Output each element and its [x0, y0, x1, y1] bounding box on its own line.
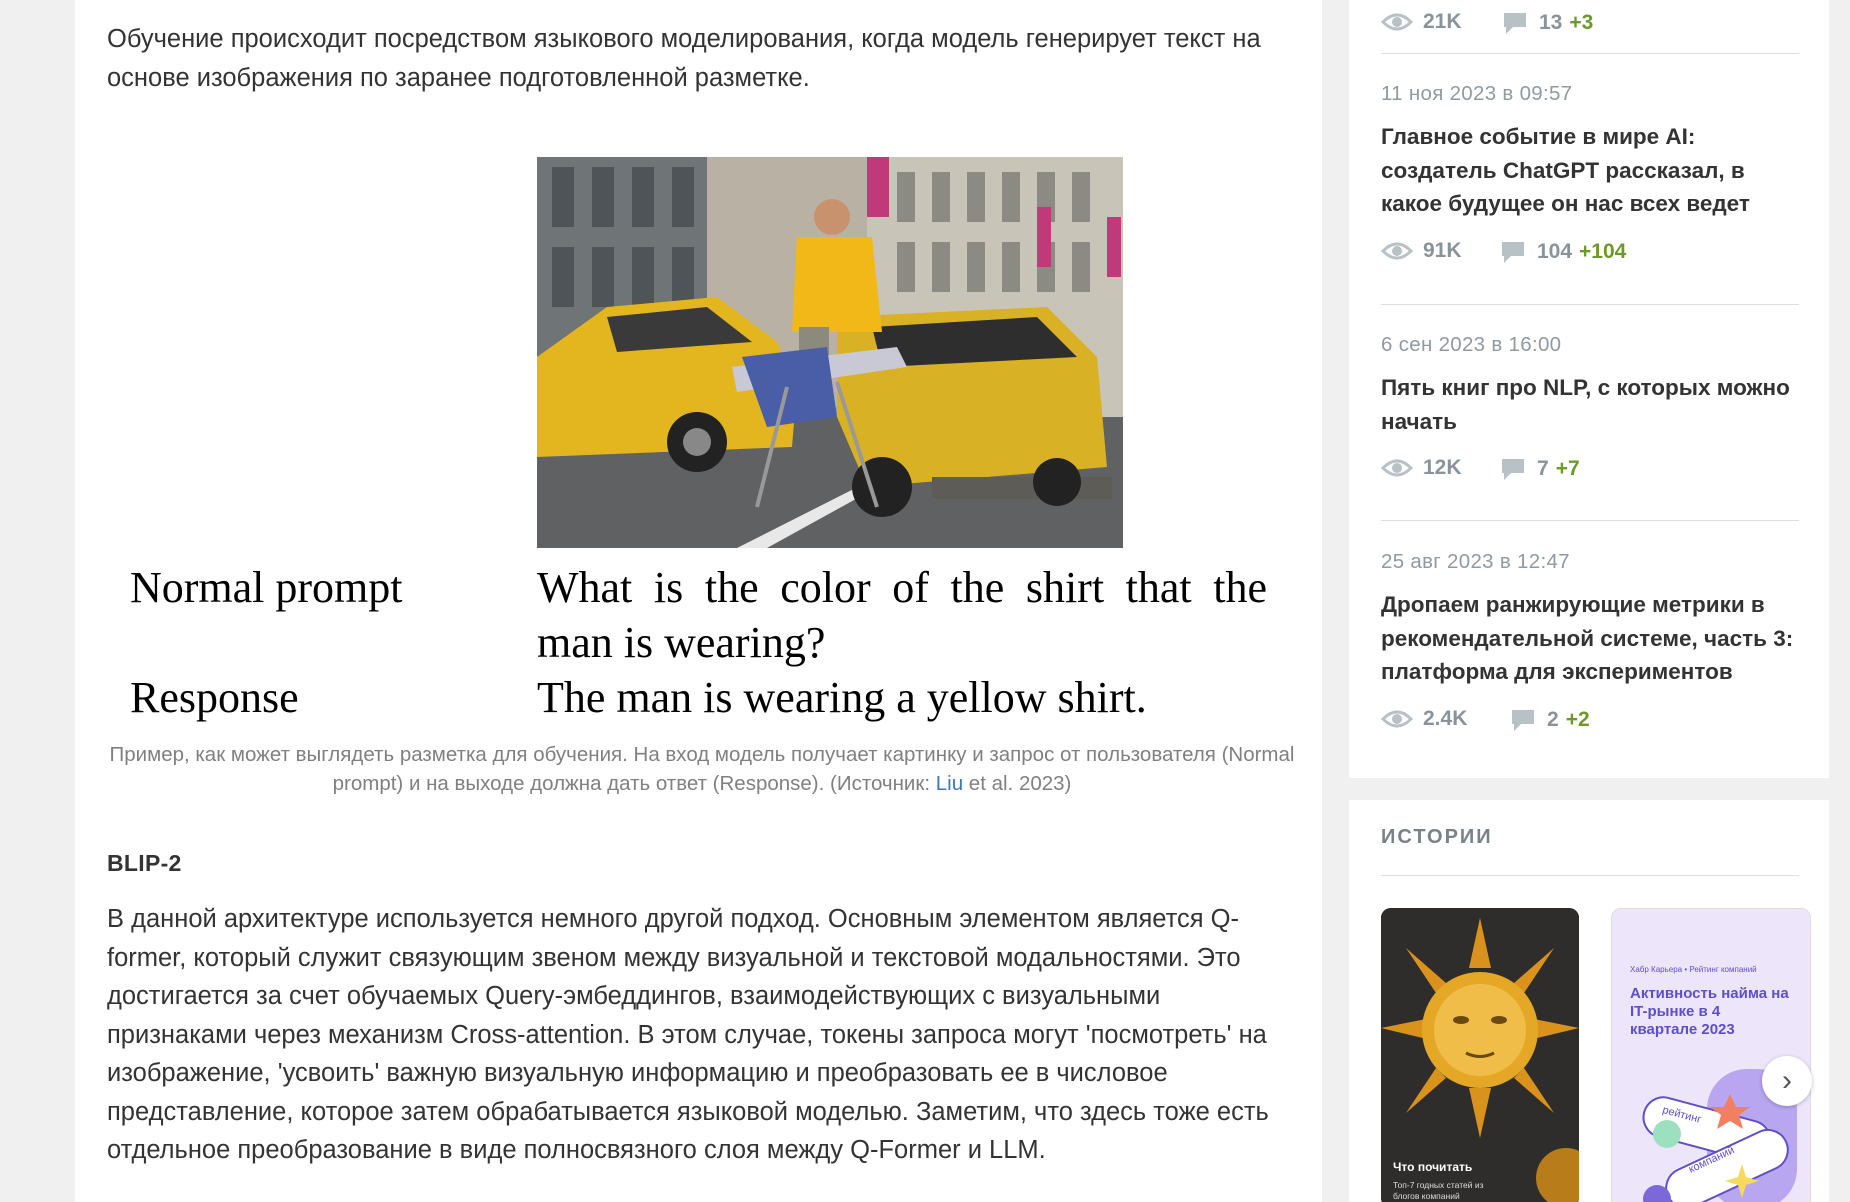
post-stats: 2.4K 2 +2 — [1381, 707, 1799, 737]
views-stat: 21K — [1381, 10, 1462, 34]
post-date: 25 авг 2023 в 12:47 — [1381, 550, 1570, 573]
eye-icon — [1381, 459, 1413, 477]
divider — [1381, 53, 1799, 54]
post-stats: 12K 7 +7 — [1381, 456, 1799, 486]
post-date: 11 ноя 2023 в 09:57 — [1381, 82, 1573, 105]
comment-icon — [1502, 459, 1524, 480]
caption-text: Пример, как может выглядеть разметка для… — [109, 743, 1295, 795]
sun-illustration — [1381, 908, 1579, 1202]
post-date: 6 сен 2023 в 16:00 — [1381, 333, 1562, 356]
story-card-reading[interactable]: Что почитать Топ-7 годных статей из блог… — [1381, 908, 1579, 1202]
divider — [1381, 875, 1799, 876]
post-stats: 91K 104 +104 — [1381, 239, 1799, 269]
stories-heading: ИСТОРИИ — [1381, 826, 1493, 848]
prompt-text: What is the color of the shirt that the … — [537, 563, 1267, 667]
comments-stat[interactable]: 104 +104 — [1499, 239, 1626, 265]
response-text: The man is wearing a yellow shirt. — [537, 673, 1147, 722]
views-stat: 12K — [1381, 456, 1462, 480]
comment-icon — [1512, 709, 1534, 731]
post-title-link[interactable]: Пять книг про NLP, с которых можно начат… — [1381, 371, 1799, 438]
sidebar-posts: 21K 13 +3 11 ноя 2023 в 09:57 Главное соб… — [1349, 0, 1829, 778]
caption-text-end: et al. 2023) — [963, 772, 1072, 795]
eye-icon — [1381, 710, 1413, 727]
stories-next-button[interactable]: › — [1762, 1056, 1812, 1106]
story-card-hiring[interactable]: Хабр Карьера • Рейтинг компаний Активнос… — [1611, 908, 1811, 1202]
sidebar-post[interactable]: 11 ноя 2023 в 09:57 Главное событие в ми… — [1381, 82, 1799, 269]
eye-icon — [1381, 242, 1413, 259]
views-stat: 2.4K — [1381, 707, 1467, 731]
chevron-right-icon: › — [1782, 1064, 1792, 1097]
response-label: Response — [130, 673, 299, 722]
comment-icon — [1504, 13, 1526, 34]
article-paragraph: Обучение происходит посредством языковог… — [107, 25, 1261, 92]
section-heading: BLIP-2 — [107, 850, 182, 876]
article-column: Обучение происходит посредством языковог… — [75, 0, 1322, 1202]
story-card-title: Что почитать — [1393, 1160, 1473, 1174]
divider — [1381, 304, 1799, 305]
divider — [1381, 520, 1799, 521]
comments-stat[interactable]: 2 +2 — [1509, 707, 1590, 733]
sidebar-post[interactable]: 25 авг 2023 в 12:47 Дропаем ранжирующие … — [1381, 550, 1799, 737]
views-stat: 91K — [1381, 239, 1462, 263]
post-title-link[interactable]: Дропаем ранжирующие метрики в рекомендат… — [1381, 588, 1799, 689]
eye-icon — [1381, 13, 1413, 31]
stories-panel: ИСТОРИИ Что почитать Топ-7 годных статей… — [1349, 800, 1829, 1202]
post-stats: 21K 13 +3 — [1381, 10, 1799, 40]
figure-caption: Пример, как может выглядеть разметка для… — [107, 740, 1297, 798]
caption-source-link[interactable]: Liu — [936, 772, 963, 795]
article-paragraph: В данной архитектуре используется немног… — [107, 905, 1269, 1164]
comments-stat[interactable]: 7 +7 — [1499, 456, 1580, 482]
comment-icon — [1502, 241, 1524, 263]
comments-stat[interactable]: 13 +3 — [1501, 10, 1593, 36]
prompt-label: Normal prompt — [130, 563, 403, 612]
post-title-link[interactable]: Главное событие в мире AI: создатель Cha… — [1381, 120, 1799, 221]
figure-image — [537, 157, 1123, 548]
story-card-subtitle: Топ-7 годных статей из блогов компаний — [1393, 1180, 1484, 1201]
sidebar-post[interactable]: 6 сен 2023 в 16:00 Пять книг про NLP, с … — [1381, 333, 1799, 486]
